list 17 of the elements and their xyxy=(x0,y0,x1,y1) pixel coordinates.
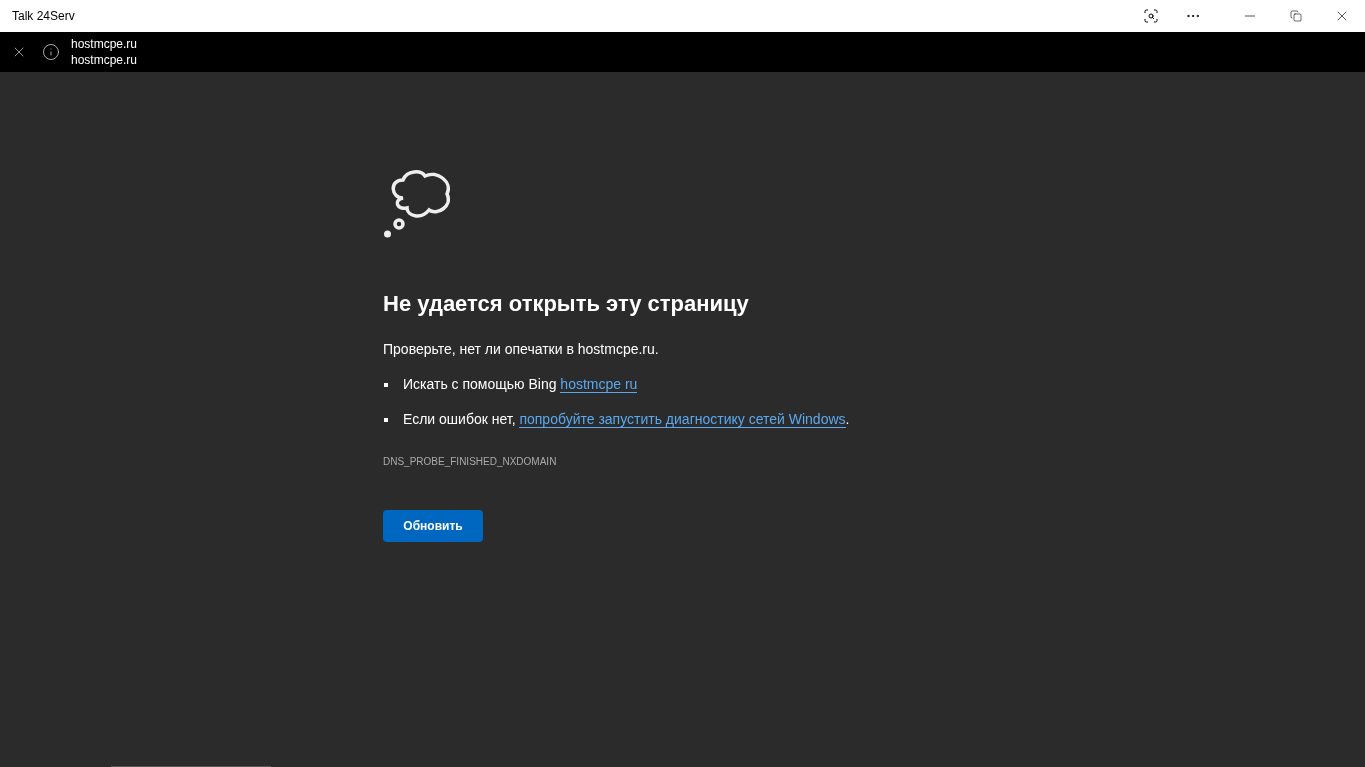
error-code: DNS_PROBE_FINISHED_NXDOMAIN xyxy=(383,455,557,469)
suggestion-text: Если ошибок нет, попробуйте запустить диагностику сетей Windows. xyxy=(403,410,850,430)
zoom-icon[interactable] xyxy=(1143,8,1159,24)
page-url: hostmcpe.ru xyxy=(71,52,138,68)
bullet-icon xyxy=(384,417,388,422)
refresh-button[interactable]: Обновить xyxy=(383,510,483,542)
error-message: Проверьте, нет ли опечатки в hostmcpe.ru. xyxy=(383,340,659,359)
error-heading: Не удается открыть эту страницу xyxy=(383,290,749,318)
window-title: Talk 24Serv xyxy=(12,8,75,24)
bullet-icon xyxy=(384,382,388,387)
suggestion-text: Искать с помощью Bing hostmcpe ru xyxy=(403,375,638,395)
page-title: hostmcpe.ru xyxy=(71,36,138,52)
info-icon[interactable] xyxy=(42,43,60,61)
suggestion-link[interactable]: hostmcpe ru xyxy=(560,376,638,393)
suggestion-link[interactable]: попробуйте запустить диагностику сетей Windows xyxy=(519,411,846,428)
restore-icon[interactable] xyxy=(1290,10,1302,22)
scrollbar-thumb[interactable] xyxy=(111,766,271,767)
